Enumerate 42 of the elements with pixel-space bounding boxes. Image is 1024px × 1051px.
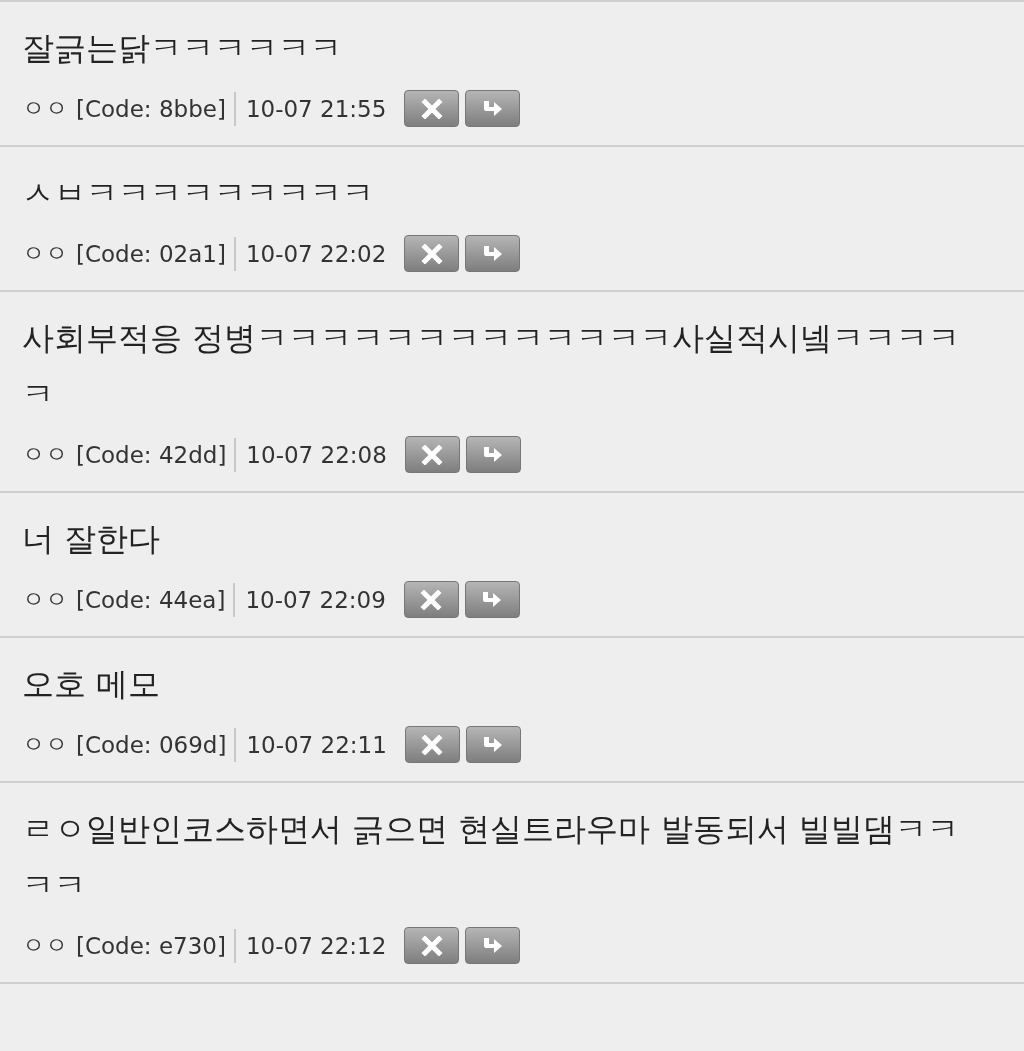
author-name: ㅇㅇ [22, 730, 68, 759]
close-icon [420, 243, 443, 264]
author-name: ㅇㅇ [22, 931, 68, 960]
ip-code: [Code: 02a1] [76, 240, 226, 267]
reply-button[interactable] [465, 90, 521, 127]
comment-time: 10-07 22:08 [246, 441, 387, 468]
comment-time: 10-07 22:09 [245, 586, 386, 613]
author-name: ㅇㅇ [22, 94, 68, 123]
delete-button[interactable] [404, 726, 460, 763]
author-name: ㅇㅇ [22, 585, 68, 614]
comment-time: 10-07 22:12 [245, 932, 387, 959]
reply-button[interactable] [465, 436, 521, 473]
comment-time: 10-07 21:55 [245, 95, 387, 122]
close-icon [421, 444, 444, 465]
close-icon [421, 734, 444, 755]
delete-button[interactable] [404, 927, 460, 964]
comment-text: 오호 메모 [22, 664, 162, 705]
comment-text: 잘긁는닭ㅋㅋㅋㅋㅋㅋ [22, 28, 343, 69]
delete-button[interactable] [404, 90, 460, 127]
reply-button[interactable] [465, 235, 521, 272]
author-name: ㅇㅇ [22, 440, 68, 469]
reply-button[interactable] [465, 726, 521, 763]
author-name: ㅇㅇ [22, 239, 68, 268]
comment-time: 10-07 22:11 [246, 731, 387, 758]
delete-button[interactable] [403, 581, 459, 618]
close-icon [420, 98, 443, 119]
delete-button[interactable] [404, 436, 460, 473]
comment-text: ㄹㅇ일반인코스하면서 긁으면 현실트라우마 발동되서 빌빌댐ㅋㅋㅋㅋ [22, 809, 960, 906]
comment-text: 너 잘한다 [22, 519, 162, 560]
reply-button[interactable] [465, 927, 521, 964]
ip-code: [Code: 069d] [76, 731, 227, 758]
ip-code: [Code: 44ea] [76, 586, 226, 613]
ip-code: [Code: 8bbe] [76, 95, 226, 122]
delete-button[interactable] [404, 235, 460, 272]
reply-button[interactable] [464, 581, 520, 618]
comment-text: 사회부적응 정병ㅋㅋㅋㅋㅋㅋㅋㅋㅋㅋㅋㅋㅋ사실적시넼ㅋㅋㅋㅋㅋ [22, 318, 962, 415]
ip-code: [Code: 42dd] [76, 441, 227, 468]
ip-code: [Code: e730] [76, 932, 226, 959]
comment-text: ㅅㅂㅋㅋㅋㅋㅋㅋㅋㅋㅋ [22, 173, 375, 214]
close-icon [420, 935, 443, 956]
comment-time: 10-07 22:02 [245, 240, 387, 267]
close-icon [420, 589, 443, 610]
